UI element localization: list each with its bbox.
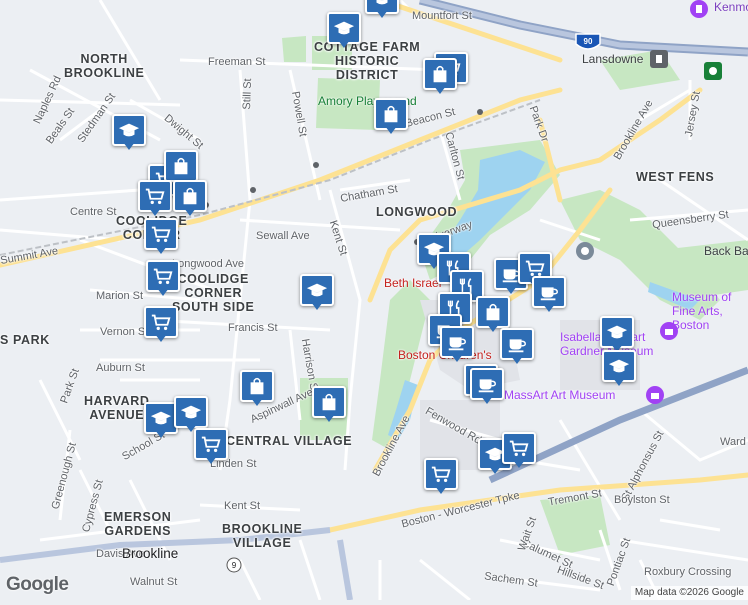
graduation-cap-icon (608, 356, 630, 376)
google-logo: Google (6, 574, 69, 595)
cafe-marker[interactable] (532, 276, 566, 314)
shopping-cart-icon (150, 224, 172, 244)
map-base-layer: 90 9 (0, 0, 748, 602)
park-icon[interactable] (704, 62, 722, 80)
shopping-bag-icon (318, 392, 340, 412)
cafe-marker[interactable] (470, 368, 504, 406)
graduation-cap-icon (118, 120, 140, 140)
school-marker[interactable] (300, 274, 334, 312)
shopping-cart-icon (508, 438, 530, 458)
shopping-cart-icon (144, 186, 166, 206)
route-9-shield: 9 (226, 557, 242, 573)
shop-marker[interactable] (374, 98, 408, 136)
grocery-marker[interactable] (502, 432, 536, 470)
graduation-cap-icon (306, 280, 328, 300)
school-marker[interactable] (602, 350, 636, 388)
shopping-bag-icon (179, 186, 201, 206)
interstate-90-shield: 90 (575, 33, 601, 50)
school-marker[interactable] (144, 402, 178, 440)
transit-station-icon[interactable] (690, 0, 708, 18)
grocery-marker[interactable] (146, 260, 180, 298)
cafe-marker[interactable] (500, 328, 534, 366)
grocery-marker[interactable] (194, 428, 228, 466)
svg-text:9: 9 (232, 561, 237, 570)
museum-icon[interactable] (660, 322, 678, 340)
shopping-cart-icon (152, 266, 174, 286)
shop-marker[interactable] (312, 386, 346, 424)
cafe-marker[interactable] (440, 326, 474, 364)
train-station-icon[interactable] (650, 50, 668, 68)
grocery-marker[interactable] (424, 458, 458, 496)
shopping-bag-icon (170, 156, 192, 176)
landmark-icon[interactable] (576, 242, 594, 260)
coffee-cup-icon (506, 334, 528, 354)
school-marker[interactable] (365, 0, 399, 20)
shop-marker[interactable] (173, 180, 207, 218)
shopping-bag-icon (482, 302, 504, 322)
shopping-bag-icon (429, 64, 451, 84)
graduation-cap-icon (180, 402, 202, 422)
shopping-bag-icon (380, 104, 402, 124)
shopping-cart-icon (430, 464, 452, 484)
map-canvas[interactable]: 90 9 Mountfort St Freeman St Beacon St N… (0, 0, 748, 602)
graduation-cap-icon (371, 0, 393, 8)
museum-icon[interactable] (646, 386, 664, 404)
grocery-marker[interactable] (138, 180, 172, 218)
coffee-cup-icon (446, 332, 468, 352)
grocery-marker[interactable] (144, 218, 178, 256)
school-marker[interactable] (600, 316, 634, 354)
shopping-cart-icon (150, 312, 172, 332)
shopping-bag-icon (246, 376, 268, 396)
coffee-cup-icon (538, 282, 560, 302)
school-marker[interactable] (112, 114, 146, 152)
coffee-cup-icon (476, 374, 498, 394)
graduation-cap-icon (606, 322, 628, 342)
grocery-marker[interactable] (144, 306, 178, 344)
svg-text:90: 90 (584, 37, 593, 46)
graduation-cap-icon (150, 408, 172, 428)
map-attribution: Map data ©2026 Google (630, 586, 748, 600)
shop-marker[interactable] (240, 370, 274, 408)
shopping-cart-icon (200, 434, 222, 454)
graduation-cap-icon (333, 18, 355, 38)
shopping-cart-icon (524, 258, 546, 278)
school-marker[interactable] (327, 12, 361, 50)
shop-marker[interactable] (423, 58, 457, 96)
